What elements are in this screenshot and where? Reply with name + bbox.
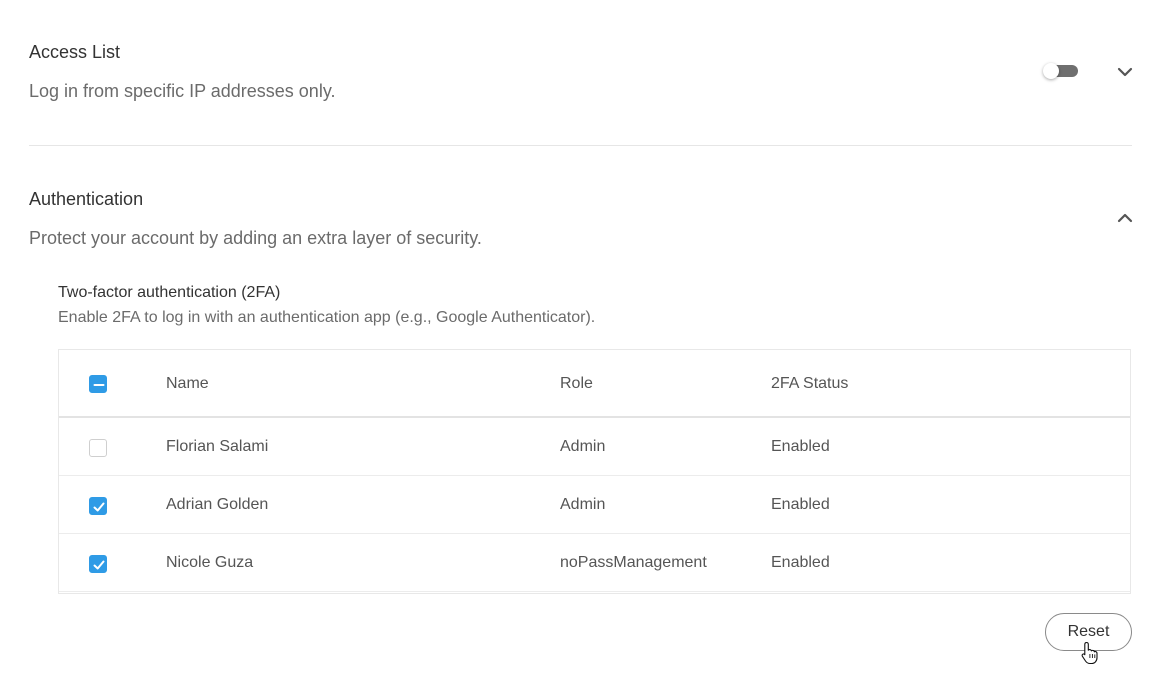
users-2fa-table: Name Role 2FA Status Florian Salami Admi… (58, 349, 1131, 594)
row-checkbox[interactable] (89, 555, 107, 573)
checkmark-icon (93, 560, 105, 570)
indeterminate-icon (93, 384, 105, 386)
column-header-name[interactable]: Name (166, 374, 209, 394)
column-header-role[interactable]: Role (560, 374, 593, 394)
user-2fa-status: Enabled (771, 438, 830, 455)
user-name: Florian Salami (166, 438, 269, 455)
table-row: Nicole Guza noPassManagement Enabled (59, 534, 1130, 592)
user-role: noPassManagement (560, 554, 707, 571)
user-name: Nicole Guza (166, 554, 254, 571)
user-2fa-status: Enabled (771, 496, 830, 513)
row-checkbox[interactable] (89, 497, 107, 515)
user-2fa-status: Enabled (771, 554, 830, 571)
security-settings-page: Access List Log in from specific IP addr… (0, 0, 1161, 681)
authentication-description: Protect your account by adding an extra … (29, 228, 482, 248)
toggle-knob (1043, 63, 1059, 79)
select-all-checkbox[interactable] (89, 375, 107, 393)
column-header-2fa-status[interactable]: 2FA Status (771, 374, 848, 394)
user-name: Adrian Golden (166, 496, 269, 513)
section-divider (29, 145, 1132, 146)
access-list-toggle[interactable] (1043, 63, 1078, 79)
two-factor-description: Enable 2FA to log in with an authenticat… (58, 309, 596, 326)
table-row: Adrian Golden Admin Enabled (59, 476, 1130, 534)
chevron-down-icon[interactable] (1116, 63, 1134, 81)
chevron-up-icon[interactable] (1116, 209, 1134, 227)
authentication-title: Authentication (29, 189, 144, 209)
access-list-description: Log in from specific IP addresses only. (29, 81, 336, 101)
checkmark-icon (93, 502, 105, 512)
hand-pointer-cursor-icon (1080, 641, 1100, 665)
user-role: Admin (560, 438, 606, 455)
user-role: Admin (560, 496, 606, 513)
row-checkbox[interactable] (89, 439, 107, 457)
table-header-row: Name Role 2FA Status (59, 350, 1130, 418)
two-factor-title: Two-factor authentication (2FA) (58, 284, 281, 301)
table-row: Florian Salami Admin Enabled (59, 418, 1130, 476)
access-list-title: Access List (29, 42, 121, 62)
